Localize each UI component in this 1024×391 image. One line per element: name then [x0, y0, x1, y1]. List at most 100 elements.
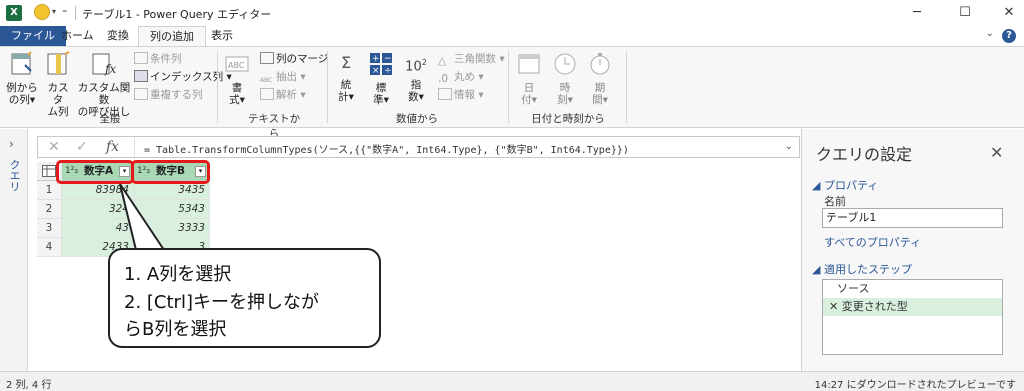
- status-bar: 2 列, 4 行 14:27 にダウンロードされたプレビューです: [0, 371, 1024, 391]
- duplicate-column-icon: [134, 88, 148, 100]
- conditional-column-icon: [134, 52, 148, 64]
- statistics-sigma-icon: Σ: [340, 53, 352, 72]
- column-from-examples-label-2: の列▾: [8, 94, 36, 106]
- queries-pane-label: クエリ: [8, 159, 21, 192]
- invoke-custom-function-label-1: カスタム関数: [77, 82, 131, 106]
- tab-add-column[interactable]: 列の追加: [138, 26, 206, 46]
- calendar-icon: [518, 54, 540, 74]
- status-row-column-count: 2 列, 4 行: [6, 380, 52, 391]
- custom-column-label-2: ム列: [47, 106, 69, 118]
- standard-button[interactable]: + − × ÷ 標 準▾: [368, 51, 394, 106]
- query-name-input[interactable]: テーブル1: [822, 208, 1003, 228]
- expand-formula-icon[interactable]: ⌄: [785, 141, 793, 152]
- quick-access-dropdown-icon[interactable]: ▾: [52, 7, 56, 16]
- expand-chevron-icon[interactable]: ›: [9, 137, 14, 151]
- rounding-button[interactable]: .0 丸め ▾: [438, 70, 484, 85]
- formula-divider: [134, 137, 135, 157]
- callout-step-1: 1. A列を選択: [124, 264, 232, 285]
- trigonometry-button[interactable]: △ 三角関数 ▾: [438, 52, 505, 67]
- callout-step-2: 2. [Ctrl]キーを押しなが: [124, 292, 319, 313]
- format-label-1: 書: [231, 82, 243, 94]
- svg-text:ABC: ABC: [228, 61, 245, 70]
- group-separator: [508, 51, 509, 123]
- group-separator: [327, 51, 328, 123]
- row-number[interactable]: 2: [37, 200, 62, 219]
- conditional-column-button[interactable]: 条件列: [134, 52, 182, 66]
- svg-text:fx: fx: [104, 62, 116, 76]
- row-number[interactable]: 3: [37, 219, 62, 238]
- time-label-1: 時: [559, 82, 571, 94]
- maximize-button[interactable]: ☐: [950, 4, 980, 22]
- function-fx-icon: fx: [92, 53, 116, 76]
- custom-column-icon: [47, 51, 70, 75]
- column-from-examples-label-1: 例から: [6, 82, 38, 94]
- column-from-examples-button[interactable]: 例から の列▾: [6, 51, 38, 106]
- group-separator: [217, 51, 218, 123]
- format-label-2: 式▾: [229, 94, 245, 106]
- stopwatch-icon: [590, 53, 610, 75]
- scientific-power-icon: 102: [405, 58, 427, 75]
- tab-transform[interactable]: 変換: [96, 26, 140, 46]
- title-separator: [75, 6, 76, 20]
- name-label: 名前: [824, 195, 846, 208]
- row-number[interactable]: 1: [37, 181, 62, 200]
- applied-step-changed-type[interactable]: ✕ 変更された型: [823, 298, 1002, 316]
- index-column-icon: [134, 70, 148, 82]
- extract-icon: ABC: [260, 77, 273, 84]
- applied-step-source[interactable]: ソース: [823, 280, 1002, 298]
- standard-label-1: 標: [375, 82, 387, 94]
- formula-input[interactable]: = Table.TransformColumnTypes(ソース,{{"数字A"…: [144, 141, 629, 156]
- scientific-label-2: 数▾: [408, 91, 424, 103]
- format-abc-icon: ABC: [225, 56, 249, 72]
- extract-button[interactable]: ABC 抽出 ▾: [260, 70, 306, 86]
- quick-access-customize-icon[interactable]: ₌: [62, 5, 67, 16]
- status-preview-time: 14:27 にダウンロードされたプレビューです: [814, 380, 1016, 391]
- ribbon-tabs: ファイル ホーム 変換 列の追加 表示 ⌄ ?: [0, 26, 1024, 46]
- information-icon: [438, 88, 452, 100]
- merge-columns-button[interactable]: 列のマージ: [260, 52, 328, 66]
- svg-text:×: ×: [372, 66, 380, 76]
- duration-label-2: 間▾: [592, 94, 608, 106]
- duplicate-column-button[interactable]: 重複する列: [134, 88, 203, 102]
- properties-section-header[interactable]: ◢ プロパティ: [812, 177, 878, 193]
- minimize-button[interactable]: ─: [902, 4, 932, 22]
- standard-operators-icon: + −× ÷: [370, 53, 392, 76]
- applied-steps-header[interactable]: ◢ 適用したステップ: [812, 261, 912, 277]
- scientific-button[interactable]: 102 指 数▾: [403, 51, 429, 103]
- collapse-ribbon-icon[interactable]: ⌄: [986, 28, 994, 39]
- time-button[interactable]: 時 刻▾: [552, 51, 578, 106]
- invoke-custom-function-button[interactable]: fx カスタム関数 の呼び出し: [76, 51, 132, 118]
- custom-column-button[interactable]: カスタ ム列: [44, 51, 72, 118]
- column-from-examples-icon: [11, 51, 32, 75]
- parse-icon: [260, 88, 274, 100]
- information-button[interactable]: 情報 ▾: [438, 88, 484, 102]
- svg-text:+: +: [372, 54, 380, 64]
- all-properties-link[interactable]: すべてのプロパティ: [824, 234, 921, 250]
- queries-pane-collapsed[interactable]: › クエリ: [0, 129, 28, 371]
- window-title: テーブル1 - Power Query エディター: [82, 8, 272, 21]
- delete-step-icon[interactable]: ✕: [829, 300, 838, 313]
- format-button[interactable]: ABC 書 式▾: [224, 51, 250, 106]
- duration-button[interactable]: 期 間▾: [587, 51, 613, 106]
- group-label-general: 全般: [99, 113, 121, 125]
- query-settings-pane: クエリの設定 ✕ ◢ プロパティ 名前 テーブル1 すべてのプロパティ ◢ 適用…: [801, 129, 1024, 371]
- statistics-button[interactable]: Σ 統 計▾: [333, 51, 359, 103]
- help-icon[interactable]: ?: [1002, 29, 1016, 43]
- group-label-datetime: 日付と時刻から: [531, 113, 605, 125]
- fx-icon[interactable]: fx: [106, 139, 119, 155]
- smiley-feedback-icon[interactable]: [34, 4, 50, 20]
- triangle-icon: △: [438, 55, 447, 67]
- statistics-label-2: 計▾: [338, 91, 354, 103]
- commit-formula-icon[interactable]: ✓: [76, 139, 88, 155]
- merge-columns-icon: [260, 52, 274, 64]
- scientific-label-1: 指: [410, 79, 422, 91]
- clock-icon: [554, 53, 576, 75]
- row-number[interactable]: 4: [37, 238, 62, 257]
- title-bar: X ▾ ₌ テーブル1 - Power Query エディター ─ ☐ ✕: [0, 0, 1024, 26]
- date-button[interactable]: 日 付▾: [516, 51, 542, 106]
- close-button[interactable]: ✕: [994, 4, 1024, 22]
- cancel-formula-icon[interactable]: ✕: [48, 139, 60, 155]
- parse-button[interactable]: 解析 ▾: [260, 88, 306, 102]
- tab-view[interactable]: 表示: [200, 26, 244, 46]
- close-settings-icon[interactable]: ✕: [990, 143, 1003, 162]
